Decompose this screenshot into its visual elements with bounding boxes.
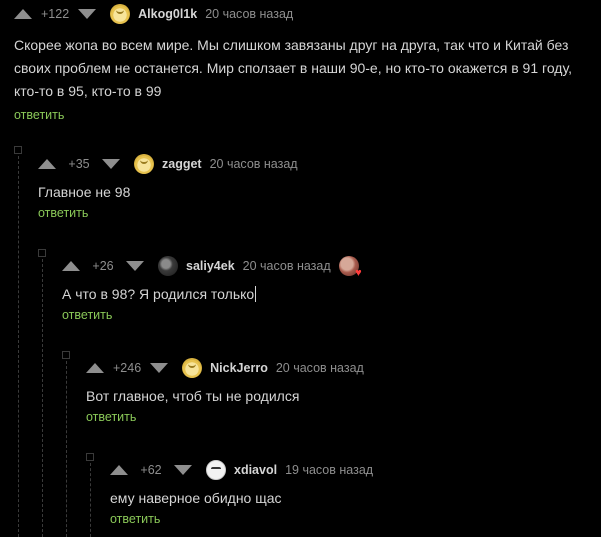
comment-text: Главное не 98 <box>38 184 131 200</box>
comment-rating: +246 <box>113 361 142 375</box>
comment-rating: +122 <box>41 7 70 21</box>
comment-header: +26 saliy4ek 20 часов назад <box>62 252 601 280</box>
heart-badge-icon <box>338 256 362 279</box>
comment-time: 20 часов назад <box>209 157 298 171</box>
reply-link[interactable]: ответить <box>62 308 112 322</box>
upvote-icon[interactable] <box>62 261 80 271</box>
comment: +246 NickJerro 20 часов назад Вот главно… <box>86 354 601 426</box>
comment-header: +35 zagget 20 часов назад <box>38 150 601 178</box>
upvote-icon[interactable] <box>110 465 128 475</box>
thread-line-1 <box>18 156 19 537</box>
text-cursor <box>255 286 257 302</box>
reply-link[interactable]: ответить <box>14 108 64 122</box>
comment-author[interactable]: NickJerro <box>210 361 268 375</box>
comment: +35 zagget 20 часов назад Главное не 98 … <box>38 150 601 222</box>
avatar[interactable] <box>182 358 203 378</box>
reply-link[interactable]: ответить <box>86 410 136 424</box>
downvote-icon[interactable] <box>174 465 192 475</box>
thread-line-3 <box>66 361 67 537</box>
downvote-icon[interactable] <box>126 261 144 271</box>
reply-link[interactable]: ответить <box>38 206 88 220</box>
comment-text: ему наверное обидно щас <box>110 490 282 506</box>
comment-time: 20 часов назад <box>275 361 364 375</box>
downvote-icon[interactable] <box>78 9 97 19</box>
upvote-icon[interactable] <box>14 9 32 19</box>
comment-author[interactable]: Alkog0l1k <box>138 7 197 21</box>
comment: +26 saliy4ek 20 часов назад А что в 98? … <box>62 252 601 324</box>
comment-header: +246 NickJerro 20 часов назад <box>86 354 601 382</box>
comment-text: Скорее жопа во всем мире. Мы слишком зав… <box>14 37 572 99</box>
comment-time: 20 часов назад <box>242 259 331 273</box>
upvote-icon[interactable] <box>38 159 56 169</box>
comment-rating: +26 <box>92 259 114 273</box>
upvote-icon[interactable] <box>86 363 104 373</box>
comment-text: Вот главное, чтоб ты не родился <box>86 388 300 404</box>
avatar[interactable] <box>134 154 154 174</box>
downvote-icon[interactable] <box>150 363 169 373</box>
comment: +62 xdiavol 19 часов назад ему наверное … <box>110 456 601 528</box>
comment-time: 19 часов назад <box>285 463 374 477</box>
avatar[interactable] <box>110 4 131 24</box>
comment-text: А что в 98? Я родился только <box>62 283 601 306</box>
downvote-icon[interactable] <box>102 159 120 169</box>
thread-line-2 <box>42 259 43 537</box>
comment-author[interactable]: zagget <box>162 157 202 171</box>
thread-collapse-toggle-4[interactable] <box>86 453 94 461</box>
thread-line-4 <box>90 463 91 537</box>
avatar[interactable] <box>206 460 226 480</box>
thread-collapse-toggle-2[interactable] <box>38 249 46 257</box>
avatar[interactable] <box>158 256 178 276</box>
comment-author[interactable]: xdiavol <box>234 463 277 477</box>
comment-rating: +35 <box>68 157 90 171</box>
thread-collapse-toggle-1[interactable] <box>14 146 22 154</box>
comment-header: +122 Alkog0l1k 20 часов назад <box>14 0 601 28</box>
reply-link[interactable]: ответить <box>110 512 160 526</box>
comment: +122 Alkog0l1k 20 часов назад Скорее жоп… <box>14 0 601 124</box>
comment-author[interactable]: saliy4ek <box>186 259 235 273</box>
thread-collapse-toggle-3[interactable] <box>62 351 70 359</box>
comment-rating: +62 <box>140 463 162 477</box>
comment-time: 20 часов назад <box>205 7 294 21</box>
comment-header: +62 xdiavol 19 часов назад <box>110 456 601 484</box>
comment-text-content: А что в 98? Я родился только <box>62 286 255 302</box>
